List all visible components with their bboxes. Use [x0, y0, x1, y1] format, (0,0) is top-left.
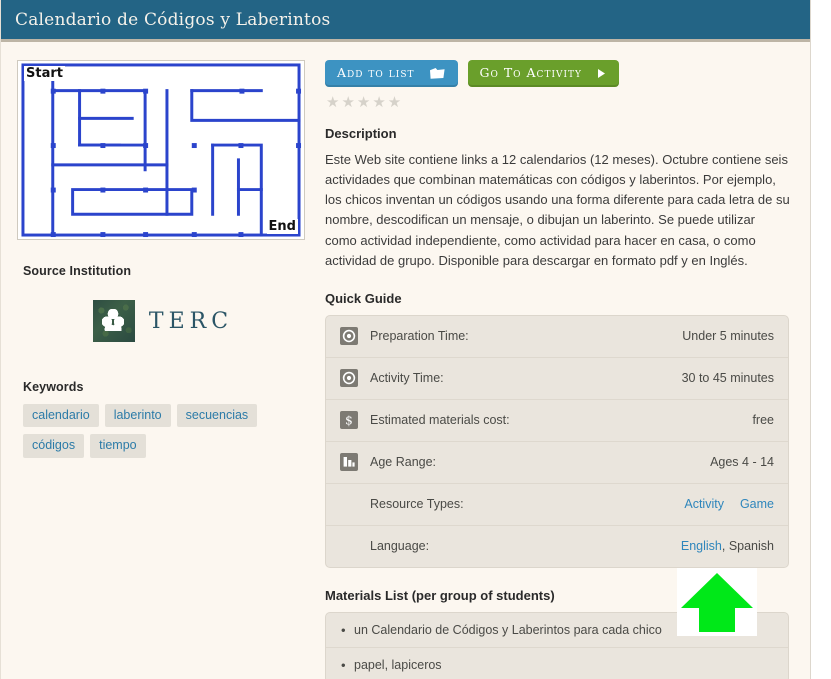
page-title: Calendario de Códigos y Laberintos: [15, 9, 331, 30]
language-link[interactable]: English: [681, 539, 722, 553]
go-to-activity-label: Go To Activity: [479, 65, 582, 81]
quick-guide-value: free: [752, 413, 774, 428]
source-institution-heading: Source Institution: [23, 264, 132, 278]
maze-drawing: [21, 63, 302, 238]
add-to-list-button[interactable]: Add to list: [325, 60, 458, 87]
quick-guide-label: Estimated materials cost:: [370, 413, 510, 428]
keyword-chip[interactable]: códigos: [23, 434, 85, 458]
maze-start-label: Start: [24, 66, 65, 81]
arrow-right-icon: [596, 68, 607, 79]
quick-guide-label: Language:: [370, 539, 430, 554]
quick-guide-label: Preparation Time:: [370, 329, 469, 344]
quick-guide-heading: Quick Guide: [325, 290, 402, 306]
rating-stars[interactable]: ★★★★★: [326, 95, 794, 110]
quick-guide-value: English, Spanish: [681, 539, 774, 553]
quick-guide-row: Activity Time: 30 to 45 minutes: [326, 356, 788, 399]
quick-guide-value: Activity Game: [684, 497, 774, 511]
quick-guide-row: $ Estimated materials cost: free: [326, 398, 788, 441]
list-item: papel, lapiceros: [326, 646, 788, 679]
quick-guide-panel: Preparation Time: Under 5 minutes Activi…: [325, 314, 789, 568]
terc-wordmark: TERC: [148, 308, 234, 334]
go-to-activity-button[interactable]: Go To Activity: [467, 60, 619, 87]
clock-icon: [340, 369, 358, 388]
quick-guide-row: Language: English, Spanish: [326, 524, 788, 567]
resource-detail-page: Calendario de Códigos y Laberintos Start…: [0, 0, 811, 679]
language-plain-text: , Spanish: [721, 539, 774, 554]
svg-text:$: $: [345, 414, 353, 428]
age-range-icon: [340, 453, 358, 472]
quick-guide-row: Preparation Time: Under 5 minutes: [326, 316, 788, 357]
spacer-icon: [340, 537, 358, 555]
keyword-chip[interactable]: tiempo: [90, 434, 146, 458]
page-header-bar: Calendario de Códigos y Laberintos: [1, 0, 810, 42]
quick-guide-row: Age Range: Ages 4 - 14: [326, 440, 788, 483]
quick-guide-value: Under 5 minutes: [682, 329, 774, 344]
resource-type-link[interactable]: Activity: [684, 497, 724, 511]
quick-guide-label: Age Range:: [370, 455, 437, 470]
add-to-list-label: Add to list: [337, 65, 415, 81]
description-heading: Description: [325, 126, 397, 141]
left-column: Start End Source Institution TERC Keywor…: [17, 60, 309, 679]
description-text: Este Web site contiene links a 12 calend…: [325, 152, 790, 268]
quick-guide-label: Activity Time:: [370, 371, 444, 386]
maze-end-label: End: [266, 219, 298, 234]
resource-type-link[interactable]: Game: [740, 497, 774, 511]
spacer-icon: [340, 495, 358, 513]
source-institution-logo[interactable]: TERC: [17, 300, 309, 342]
terc-mosaic-icon: [92, 300, 135, 342]
keywords-heading: Keywords: [23, 380, 84, 394]
clock-icon: [340, 327, 358, 346]
keyword-chip[interactable]: secuencias: [176, 404, 258, 428]
maze-thumbnail[interactable]: Start End: [17, 60, 305, 240]
keyword-chip[interactable]: laberinto: [104, 404, 171, 428]
dollar-icon: $: [340, 411, 358, 430]
keyword-list: calendario laberinto secuencias códigos tiem…: [23, 404, 293, 465]
quick-guide-label: Resource Types:: [370, 497, 464, 512]
quick-guide-value: 30 to 45 minutes: [681, 371, 774, 386]
quick-guide-row: Resource Types: Activity Game: [326, 482, 788, 525]
keyword-chip[interactable]: calendario: [23, 404, 99, 428]
folder-icon: [429, 67, 446, 80]
quick-guide-value: Ages 4 - 14: [710, 455, 774, 470]
green-arrow-cursor: [677, 568, 757, 636]
action-button-row: Add to list Go To Activity: [325, 60, 794, 87]
